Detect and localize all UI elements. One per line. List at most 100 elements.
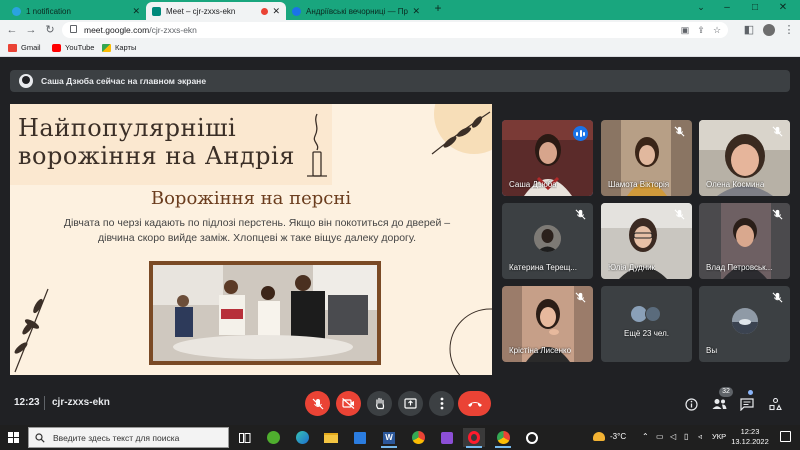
- gmail-icon: [8, 43, 17, 52]
- slide-body-text: Дівчата по черзі кадають по підлозі перс…: [63, 217, 451, 244]
- participant-name: Катерина Терещ...: [509, 263, 577, 272]
- address-bar[interactable]: meet.google.com/cjr-zxxs-ekn ▣ ⇪ ☆: [62, 22, 728, 38]
- participant-name: Шамота Вікторія: [608, 180, 670, 189]
- branch-decoration-icon: [14, 288, 49, 373]
- unread-dot-icon: [748, 390, 753, 395]
- tab-meet[interactable]: Meet – cjr-zxxs-ekn ✕: [146, 2, 286, 20]
- more-vert-icon: [440, 397, 443, 410]
- participant-avatar: [645, 306, 661, 322]
- taskbar-clock[interactable]: 12:23 13.12.2022: [727, 427, 773, 447]
- language-indicator[interactable]: УКР: [712, 432, 726, 441]
- side-panel-icon[interactable]: ◧: [742, 23, 756, 37]
- people-icon: [712, 399, 726, 409]
- hand-icon: [375, 397, 384, 410]
- chrome-active-icon[interactable]: [492, 428, 514, 448]
- close-tab-icon[interactable]: ✕: [132, 6, 140, 17]
- browser-toolbar: ← → ↻ meet.google.com/cjr-zxxs-ekn ▣ ⇪ ☆…: [0, 20, 800, 40]
- obs-icon[interactable]: [521, 428, 543, 447]
- tab-telegram[interactable]: 1 notification ✕: [6, 2, 146, 20]
- activities-icon: [768, 397, 782, 410]
- taskbar-search-box[interactable]: Введите здесь текст для поиска: [28, 427, 229, 448]
- url-text[interactable]: meet.google.com/cjr-zxxs-ekn: [84, 25, 197, 35]
- share-icon[interactable]: ⇪: [696, 25, 706, 35]
- participant-tile[interactable]: Крістіна Лисенко: [502, 286, 593, 362]
- participant-name: Саша Дзюба: [509, 180, 557, 189]
- minimize-button[interactable]: –: [716, 2, 738, 13]
- self-avatar: [732, 308, 758, 334]
- forward-button[interactable]: →: [24, 23, 38, 37]
- bookmark-label: Gmail: [21, 43, 41, 52]
- participant-tile[interactable]: Катерина Терещ...: [502, 203, 593, 279]
- participant-name: Вы: [706, 346, 718, 355]
- weather-temperature[interactable]: -3°C: [610, 432, 626, 441]
- divider: [44, 396, 45, 410]
- participant-tile[interactable]: Саша Дзюба: [502, 120, 593, 196]
- camera-toggle-button[interactable]: [336, 391, 361, 416]
- edge-icon[interactable]: [291, 428, 313, 447]
- more-participants-tile[interactable]: Ещё 23 чел.: [601, 286, 692, 362]
- more-options-button[interactable]: [429, 391, 454, 416]
- task-view-icon[interactable]: [234, 428, 256, 447]
- screenshot-tool-icon[interactable]: [436, 428, 458, 447]
- speaker-icon[interactable]: ◃: [698, 432, 702, 441]
- more-participants-label: Ещё 23 чел.: [624, 329, 669, 338]
- clock-time: 12:23: [740, 427, 760, 436]
- bookmark-gmail[interactable]: Gmail: [8, 43, 41, 52]
- close-tab-icon[interactable]: ✕: [412, 6, 420, 17]
- camera-in-use-icon[interactable]: ▣: [680, 25, 690, 35]
- new-tab-button[interactable]: +: [427, 1, 449, 15]
- notifications-icon[interactable]: [780, 431, 791, 442]
- bookmark-youtube[interactable]: YouTube: [52, 43, 94, 52]
- participant-avatar: [534, 225, 561, 252]
- mic-toggle-button[interactable]: [305, 391, 330, 416]
- bookmark-star-icon[interactable]: ☆: [712, 25, 722, 35]
- network-icon[interactable]: ▭: [656, 432, 664, 441]
- people-count-badge: 32: [719, 387, 733, 397]
- battery-icon[interactable]: ▯: [684, 432, 688, 441]
- leave-call-button[interactable]: [458, 391, 491, 416]
- utorrent-icon[interactable]: [262, 428, 284, 447]
- maps-icon: [102, 43, 111, 52]
- participant-name: Крістіна Лисенко: [509, 346, 572, 355]
- tab-search-icon[interactable]: ⌄: [690, 2, 712, 13]
- chat-button[interactable]: [739, 396, 755, 412]
- participant-name: Олена Космина: [706, 180, 765, 189]
- reload-button[interactable]: ↻: [43, 23, 57, 37]
- participant-tile[interactable]: Шамота Вікторія: [601, 120, 692, 196]
- raise-hand-button[interactable]: [367, 391, 392, 416]
- word-icon[interactable]: W: [378, 428, 400, 448]
- browser-tab-strip: 1 notification ✕ Meet – cjr-zxxs-ekn ✕ А…: [0, 0, 800, 20]
- slide-photo: [149, 261, 381, 365]
- file-explorer-icon[interactable]: [320, 428, 342, 447]
- windows-start-icon[interactable]: [8, 432, 19, 443]
- chrome-page-icon: [292, 6, 301, 16]
- browser-menu-icon[interactable]: ⋮: [782, 23, 796, 37]
- tray-up-arrow-icon[interactable]: ⌃: [642, 432, 649, 441]
- bookmark-maps[interactable]: Карты: [102, 43, 136, 52]
- self-tile[interactable]: Вы: [699, 286, 790, 362]
- search-placeholder: Введите здесь текст для поиска: [53, 432, 180, 443]
- participant-tile[interactable]: Юлія Дудник: [601, 203, 692, 279]
- close-tab-icon[interactable]: ✕: [272, 6, 280, 17]
- slide-title: Найпопулярніші ворожіння на Андрія: [18, 114, 295, 170]
- maximize-button[interactable]: □: [744, 2, 766, 13]
- banner-text: Саша Дзюба сейчас на главном экране: [41, 76, 207, 86]
- activities-button[interactable]: [767, 396, 783, 412]
- opera-icon[interactable]: [463, 428, 485, 448]
- back-button[interactable]: ←: [5, 23, 19, 37]
- participant-tile[interactable]: Олена Космина: [699, 120, 790, 196]
- meeting-details-button[interactable]: [683, 396, 699, 412]
- bookmark-label: Карты: [115, 43, 137, 52]
- participant-tile[interactable]: Влад Петровськ...: [699, 203, 790, 279]
- present-screen-button[interactable]: [398, 391, 423, 416]
- chrome-icon[interactable]: [407, 428, 429, 447]
- volume-icon[interactable]: ◁: [670, 432, 676, 441]
- store-icon[interactable]: [349, 428, 371, 447]
- people-button[interactable]: [711, 396, 727, 412]
- presentation-banner: Саша Дзюба сейчас на главном экране: [10, 70, 790, 92]
- close-window-button[interactable]: ✕: [772, 2, 794, 13]
- present-icon: [404, 398, 417, 409]
- speaking-indicator-icon: [573, 126, 588, 141]
- tab-slides[interactable]: Андріївські вечорниці — През ✕: [286, 2, 426, 20]
- profile-avatar[interactable]: [762, 23, 776, 37]
